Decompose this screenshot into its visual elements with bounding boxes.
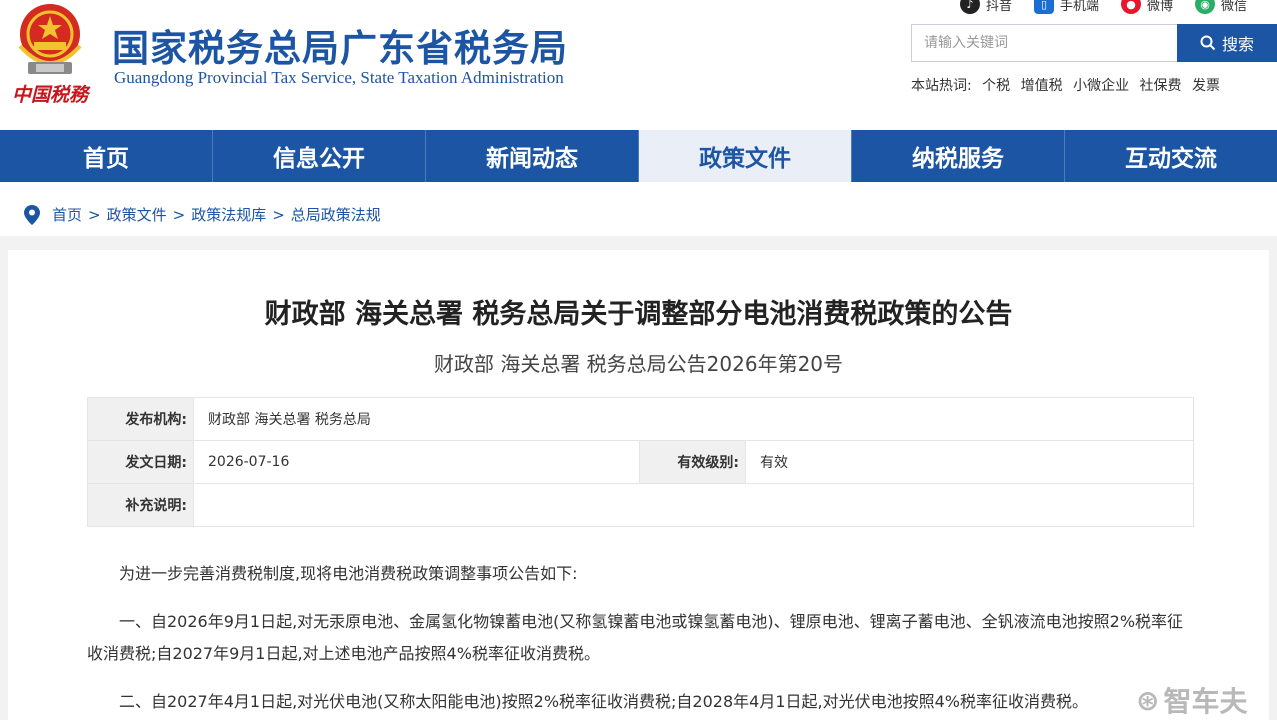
level-label: 有效级别: (639, 440, 746, 484)
social-label: 抖音 (986, 0, 1013, 14)
social-weibo[interactable]: ● 微博 (1121, 0, 1173, 14)
search-input[interactable] (911, 24, 1177, 62)
breadcrumb-item[interactable]: 政策文件 (107, 204, 167, 225)
douyin-icon: ♪ (960, 0, 980, 14)
nav-item-home[interactable]: 首页 (0, 130, 213, 182)
search-button[interactable]: 搜索 (1177, 24, 1277, 62)
nav-item-policy[interactable]: 政策文件 (639, 130, 852, 182)
search-bar: 搜索 (911, 24, 1277, 62)
main-nav: 首页 信息公开 新闻动态 政策文件 纳税服务 互动交流 (0, 130, 1277, 182)
document-title: 财政部 海关总署 税务总局关于调整部分电池消费税政策的公告 (264, 299, 1013, 330)
note-label: 补充说明: (87, 483, 194, 527)
hot-word-link[interactable]: 增值税 (1021, 78, 1063, 94)
document-info-table: 发布机构: 财政部 海关总署 税务总局 发文日期: 2026-07-16 有效级… (87, 397, 1194, 527)
date-value: 2026-07-16 (193, 440, 640, 484)
table-row: 补充说明: (87, 483, 1194, 527)
table-row: 发文日期: 2026-07-16 有效级别: 有效 (87, 440, 1194, 484)
social-label: 微博 (1147, 0, 1174, 14)
wechat-icon: ◉ (1195, 0, 1216, 14)
social-wechat[interactable]: ◉ 微信 (1195, 0, 1247, 14)
breadcrumb-item[interactable]: 首页 (52, 204, 82, 225)
search-icon (1200, 35, 1216, 51)
table-row: 发布机构: 财政部 海关总署 税务总局 (87, 397, 1194, 441)
date-label: 发文日期: (87, 440, 194, 484)
emblem-calligraphy: 中国税務 (12, 84, 89, 106)
site-subtitle: Guangdong Provincial Tax Service, State … (114, 68, 564, 87)
nav-item-info-disclosure[interactable]: 信息公开 (213, 130, 426, 182)
breadcrumb-separator: > (272, 205, 285, 224)
issuer-value: 财政部 海关总署 税务总局 (193, 397, 1194, 441)
breadcrumb: 首页 > 政策文件 > 政策法规库 > 总局政策法规 (24, 204, 381, 225)
breadcrumb-item[interactable]: 总局政策法规 (291, 204, 381, 225)
document-paragraph: 二、自2027年4月1日起,对光伏电池(又称太阳能电池)按照2%税率征收消费税;… (119, 692, 1088, 711)
hot-word-link[interactable]: 小微企业 (1073, 78, 1129, 94)
nav-item-tax-service[interactable]: 纳税服务 (852, 130, 1065, 182)
hot-word-link[interactable]: 个税 (982, 78, 1010, 94)
breadcrumb-item[interactable]: 政策法规库 (191, 204, 266, 225)
hot-words-label: 本站热词: (911, 78, 972, 94)
breadcrumb-separator: > (88, 205, 101, 224)
nav-item-interaction[interactable]: 互动交流 (1065, 130, 1277, 182)
social-label: 微信 (1221, 0, 1248, 14)
weibo-watermark-icon: ⊛ (1136, 683, 1160, 717)
social-label: 手机端 (1060, 0, 1100, 14)
social-links: ♪ 抖音 ▯ 手机端 ● 微博 ◉ 微信 (960, 0, 1269, 14)
hot-word-link[interactable]: 发票 (1192, 78, 1220, 94)
mobile-icon: ▯ (1034, 0, 1055, 14)
social-mobile[interactable]: ▯ 手机端 (1034, 0, 1099, 14)
document-paragraph: 一、自2026年9月1日起,对无汞原电池、金属氢化物镍蓄电池(又称氢镍蓄电池或镍… (87, 612, 1184, 663)
site-title[interactable]: 国家税务总局广东省税务局 (112, 18, 568, 72)
nav-item-news[interactable]: 新闻动态 (426, 130, 639, 182)
watermark-text: 智车夫 (1163, 685, 1248, 718)
document-paragraph: 为进一步完善消费税制度,现将电池消费税政策调整事项公告如下: (119, 564, 578, 583)
level-value: 有效 (745, 440, 1194, 484)
hot-words: 本站热词: 个税 增值税 小微企业 社保费 发票 (911, 75, 1226, 95)
note-value (193, 483, 1194, 527)
watermark: ⊛ 智车夫 (1136, 680, 1247, 720)
site-header: 中国税務 国家税务总局广东省税务局 Guangdong Provincial T… (0, 0, 1277, 130)
weibo-icon: ● (1121, 0, 1142, 14)
breadcrumb-separator: > (172, 205, 186, 224)
location-pin-icon (24, 204, 40, 225)
search-button-label: 搜索 (1221, 35, 1254, 54)
document-number: 财政部 海关总署 税务总局公告2026年第20号 (433, 352, 844, 376)
social-douyin[interactable]: ♪ 抖音 (960, 0, 1012, 14)
issuer-label: 发布机构: (87, 397, 194, 441)
hot-word-link[interactable]: 社保费 (1140, 78, 1182, 94)
